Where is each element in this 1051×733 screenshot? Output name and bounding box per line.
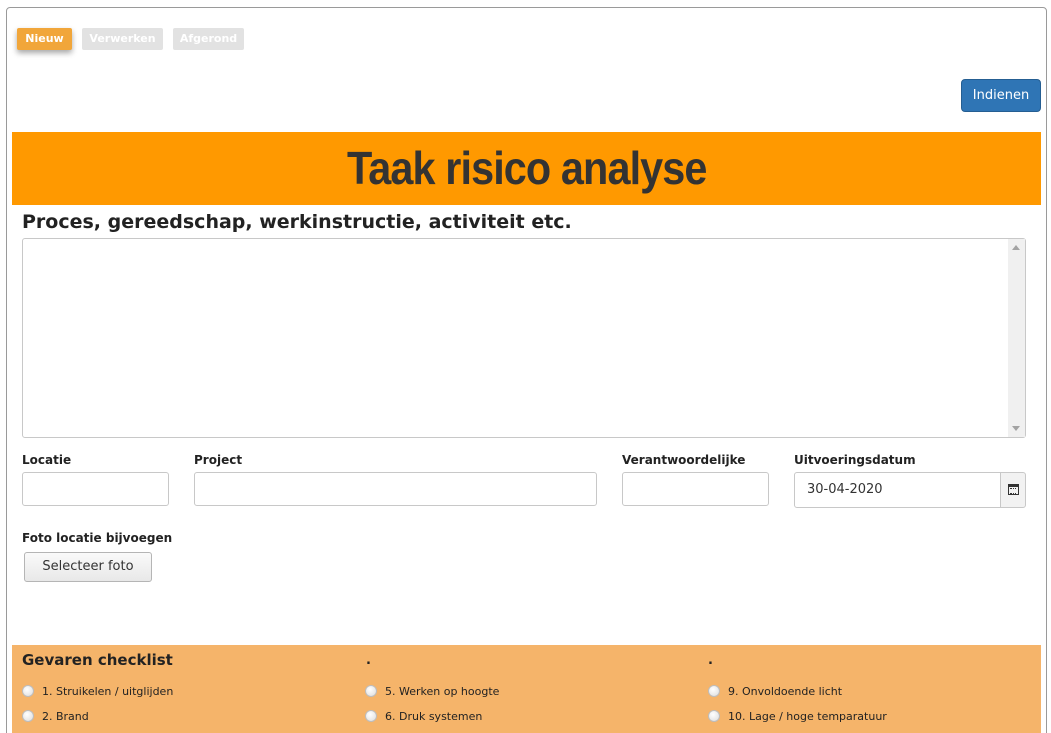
radio-button[interactable] (365, 685, 377, 697)
status-tab-new[interactable]: Nieuw (17, 28, 72, 50)
execution-date-label: Uitvoeringsdatum (794, 453, 916, 467)
checklist-item-label: 6. Druk systemen (385, 709, 483, 723)
checklist-item-9[interactable]: 9. Onvoldoende licht (708, 683, 842, 699)
hazard-checklist: Gevaren checklist . . 1. Struikelen / ui… (12, 645, 1041, 733)
status-tab-completed[interactable]: Afgerond (173, 28, 244, 50)
checklist-column-marker: . (708, 653, 713, 668)
process-textarea[interactable] (22, 238, 1026, 438)
select-photo-button[interactable]: Selecteer foto (24, 552, 152, 582)
checklist-item-label: 5. Werken op hoogte (385, 684, 500, 698)
radio-button[interactable] (708, 710, 720, 722)
checklist-item-6[interactable]: 6. Druk systemen (365, 708, 482, 724)
radio-button[interactable] (22, 685, 34, 697)
location-label: Locatie (22, 453, 72, 467)
radio-button[interactable] (22, 710, 34, 722)
checklist-column-marker: . (366, 653, 371, 668)
calendar-button[interactable] (1000, 472, 1026, 508)
checklist-item-2[interactable]: 2. Brand (22, 708, 89, 724)
checklist-title: Gevaren checklist (22, 651, 173, 669)
execution-date-input[interactable]: 30-04-2020 (794, 472, 1001, 508)
checklist-item-1[interactable]: 1. Struikelen / uitglijden (22, 683, 173, 699)
radio-button[interactable] (708, 685, 720, 697)
photo-label: Foto locatie bijvoegen (22, 531, 173, 545)
responsible-input[interactable] (622, 472, 769, 506)
checklist-item-label: 10. Lage / hoge temparatuur (728, 709, 887, 723)
checklist-item-10[interactable]: 10. Lage / hoge temparatuur (708, 708, 887, 724)
checklist-item-5[interactable]: 5. Werken op hoogte (365, 683, 499, 699)
textarea-scrollbar[interactable] (1008, 239, 1025, 437)
title-banner: Taak risico analyse (12, 132, 1041, 205)
scroll-down-arrow-icon[interactable] (1012, 426, 1020, 431)
location-input[interactable] (22, 472, 169, 506)
responsible-label: Verantwoordelijke (622, 453, 746, 467)
submit-button[interactable]: Indienen (961, 79, 1041, 112)
page-title: Taak risico analyse (346, 142, 707, 194)
checklist-item-label: 2. Brand (42, 709, 89, 723)
status-tab-processing[interactable]: Verwerken (82, 28, 163, 50)
scroll-up-arrow-icon[interactable] (1012, 245, 1020, 250)
radio-button[interactable] (365, 710, 377, 722)
project-input[interactable] (194, 472, 597, 506)
checklist-item-label: 9. Onvoldoende licht (728, 684, 843, 698)
project-label: Project (194, 453, 243, 467)
checklist-item-label: 1. Struikelen / uitglijden (42, 684, 174, 698)
calendar-icon (1008, 484, 1019, 495)
process-heading: Proces, gereedschap, werkinstructie, act… (22, 211, 572, 233)
